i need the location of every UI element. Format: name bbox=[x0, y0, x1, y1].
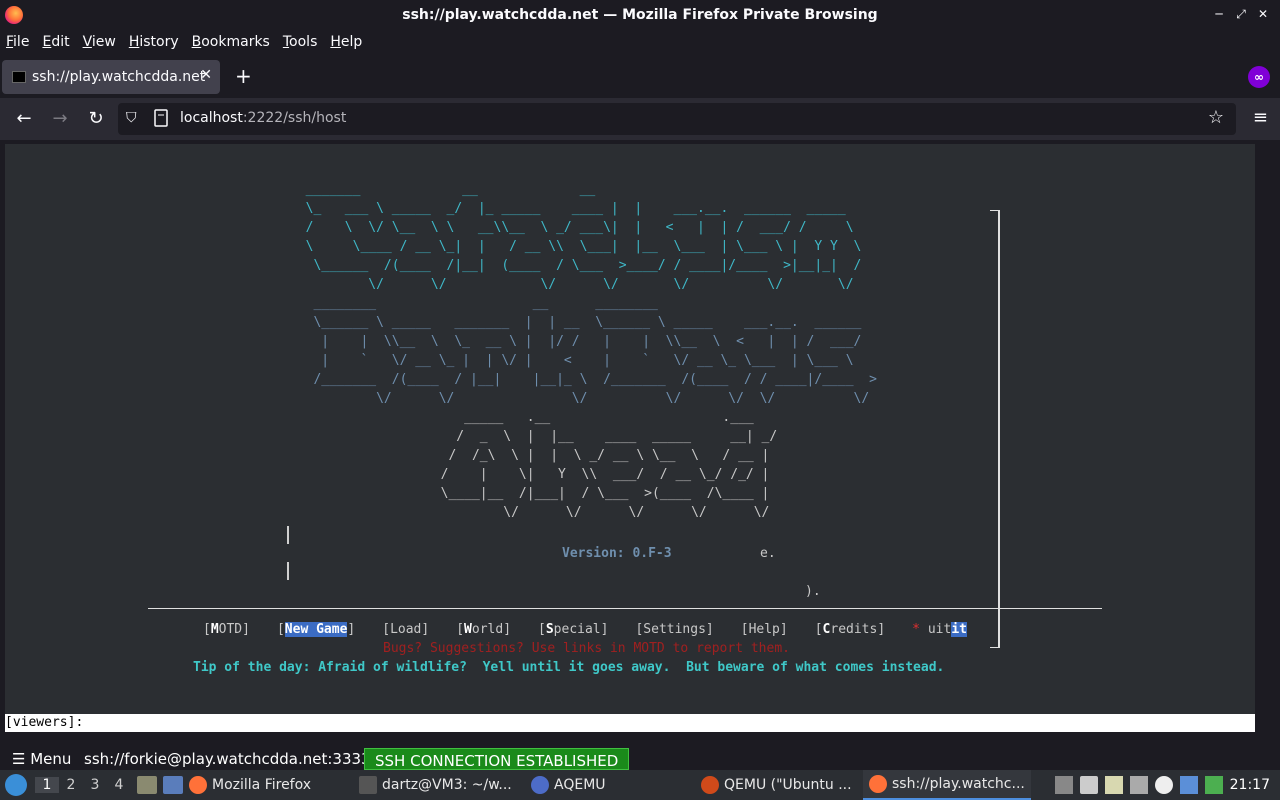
window-controls: ─ ⤢ ✕ bbox=[1212, 6, 1270, 22]
menu-item-motd[interactable]: [MOTD] bbox=[203, 622, 250, 637]
logo-cataclysm-art: _______ __ __ \_ ___ \ _____ _/ |_ _____… bbox=[305, 182, 862, 292]
clipboard-icon[interactable] bbox=[1104, 776, 1123, 794]
warning-text: Bugs? Suggestions? Use links in MOTD to … bbox=[383, 641, 790, 656]
network-icon[interactable] bbox=[1129, 776, 1148, 794]
status-host: ssh://forkie@play.watchcdda.net:3333 bbox=[84, 750, 371, 768]
logo-dark-days-art: ________ __ ________ \______ \ _____ ___… bbox=[313, 296, 877, 406]
logo-ahead-art: _____ .__ .___ / _ \ | |__ ____ _____ __… bbox=[440, 410, 778, 520]
menu-item-quit[interactable]: * uitit bbox=[912, 622, 967, 637]
frame-left-tick-lower bbox=[287, 562, 289, 580]
menu-item-load[interactable]: [Load] bbox=[382, 622, 429, 637]
status-menu-button[interactable]: ☰ Menu bbox=[0, 750, 80, 768]
desktop-taskbar: 1 2 3 4 Mozilla Firefox dartz@VM3: ~/w..… bbox=[0, 770, 1280, 800]
url-path: :2222/ssh/host bbox=[242, 110, 347, 126]
show-desktop-icon[interactable] bbox=[163, 776, 183, 794]
file-manager-launcher-icon[interactable] bbox=[137, 776, 157, 794]
menu-divider bbox=[148, 608, 1102, 609]
volume-icon[interactable] bbox=[1079, 776, 1098, 794]
url-host: localhost bbox=[180, 110, 243, 126]
private-browsing-icon: ∞ bbox=[1248, 66, 1270, 88]
firefox-task-icon bbox=[189, 776, 207, 794]
start-menu-icon[interactable] bbox=[5, 774, 27, 796]
app-menu-icon[interactable]: ≡ bbox=[1253, 107, 1268, 128]
workspace-2[interactable]: 2 bbox=[59, 777, 83, 793]
task-firefox[interactable]: Mozilla Firefox bbox=[183, 770, 353, 800]
clock: 21:17 bbox=[1229, 777, 1270, 793]
page-content: _______ __ __ \_ ___ \ _____ _/ |_ _____… bbox=[0, 140, 1280, 745]
workspace-4[interactable]: 4 bbox=[107, 777, 131, 793]
frame-left-tick-upper bbox=[287, 526, 289, 544]
window-titlebar: ssh://play.watchcdda.net — Mozilla Firef… bbox=[0, 0, 1280, 30]
menu-item-settings[interactable]: [Settings] bbox=[635, 622, 713, 637]
task-ssh-firefox[interactable]: ssh://play.watchc... bbox=[863, 770, 1031, 800]
terminal-favicon-icon bbox=[12, 71, 26, 83]
task-terminal[interactable]: dartz@VM3: ~/w... bbox=[353, 770, 525, 800]
new-tab-icon[interactable]: + bbox=[235, 64, 252, 88]
url-bar[interactable]: ⛉ localhost:2222/ssh/host ☆ bbox=[118, 103, 1236, 135]
firefox-logo-icon bbox=[5, 6, 23, 24]
minimize-icon[interactable]: ─ bbox=[1212, 6, 1226, 22]
tray-app-icon[interactable] bbox=[1054, 776, 1073, 794]
tracking-protection-icon[interactable]: ⛉ bbox=[126, 110, 137, 126]
forward-icon[interactable]: → bbox=[48, 107, 72, 131]
menu-item-world[interactable]: [World] bbox=[456, 622, 511, 637]
reload-icon[interactable]: ↻ bbox=[84, 107, 108, 131]
motd-fragment-e: e. bbox=[760, 546, 776, 561]
menu-edit[interactable]: Edit bbox=[42, 34, 69, 50]
viewers-input[interactable]: [viewers]: bbox=[5, 714, 1255, 732]
workspace-3[interactable]: 3 bbox=[83, 777, 107, 793]
connection-status-badge: SSH CONNECTION ESTABLISHED bbox=[364, 748, 630, 770]
system-tray: 21:17 bbox=[1054, 770, 1280, 800]
close-tab-icon[interactable]: ✕ bbox=[200, 67, 212, 83]
menu-history[interactable]: History bbox=[129, 34, 179, 50]
motd-fragment-dot: ). bbox=[805, 584, 821, 599]
menu-item-credits[interactable]: [Credits] bbox=[815, 622, 885, 637]
update-icon[interactable] bbox=[1154, 776, 1173, 794]
menu-item-special[interactable]: [Special] bbox=[538, 622, 608, 637]
window-title: ssh://play.watchcdda.net — Mozilla Firef… bbox=[402, 7, 878, 23]
url-text[interactable]: localhost:2222/ssh/host bbox=[180, 110, 346, 126]
back-icon[interactable]: ← bbox=[12, 107, 36, 131]
motd-frame-border bbox=[990, 210, 1000, 648]
bookmark-star-icon[interactable]: ☆ bbox=[1208, 107, 1224, 128]
terminal-task-icon bbox=[359, 776, 377, 794]
firefox-task-icon bbox=[869, 775, 887, 793]
menu-tools[interactable]: Tools bbox=[283, 34, 318, 50]
page-info-icon[interactable] bbox=[154, 109, 168, 127]
main-menu: [MOTD] [New Game] [Load] [World] [Specia… bbox=[203, 622, 994, 637]
tab-label: ssh://play.watchcdda.net bbox=[32, 69, 206, 85]
version-text: Version: 0.F-3 bbox=[562, 546, 672, 561]
tab-ssh[interactable]: ssh://play.watchcdda.net ✕ bbox=[2, 60, 220, 94]
navigation-bar: ← → ↻ ⛉ localhost:2222/ssh/host ☆ ≡ bbox=[0, 98, 1280, 140]
ssh-status-bar: ☰ Menu ssh://forkie@play.watchcdda.net:3… bbox=[0, 748, 1280, 770]
task-qemu[interactable]: QEMU ("Ubuntu ... bbox=[695, 770, 863, 800]
terminal-screen[interactable]: _______ __ __ \_ ___ \ _____ _/ |_ _____… bbox=[5, 144, 1255, 714]
menu-item-help[interactable]: [Help] bbox=[741, 622, 788, 637]
menu-view[interactable]: View bbox=[83, 34, 116, 50]
qemu-task-icon bbox=[701, 776, 719, 794]
workspace-1[interactable]: 1 bbox=[35, 777, 59, 793]
menu-help[interactable]: Help bbox=[330, 34, 362, 50]
aqemu-task-icon bbox=[531, 776, 549, 794]
close-window-icon[interactable]: ✕ bbox=[1256, 6, 1270, 22]
menu-bookmarks[interactable]: Bookmarks bbox=[192, 34, 270, 50]
tip-of-the-day: Tip of the day: Afraid of wildlife? Yell… bbox=[193, 660, 945, 675]
task-aqemu[interactable]: AQEMU bbox=[525, 770, 695, 800]
tab-strip: ssh://play.watchcdda.net ✕ + ∞ bbox=[0, 56, 1280, 98]
restore-icon[interactable]: ⤢ bbox=[1234, 6, 1248, 22]
bluetooth-icon[interactable] bbox=[1179, 776, 1198, 794]
menu-item-new-game[interactable]: [New Game] bbox=[277, 622, 355, 637]
greenshot-icon[interactable] bbox=[1204, 776, 1223, 794]
menu-file[interactable]: File bbox=[6, 34, 29, 50]
menubar: File Edit View History Bookmarks Tools H… bbox=[0, 30, 1280, 54]
